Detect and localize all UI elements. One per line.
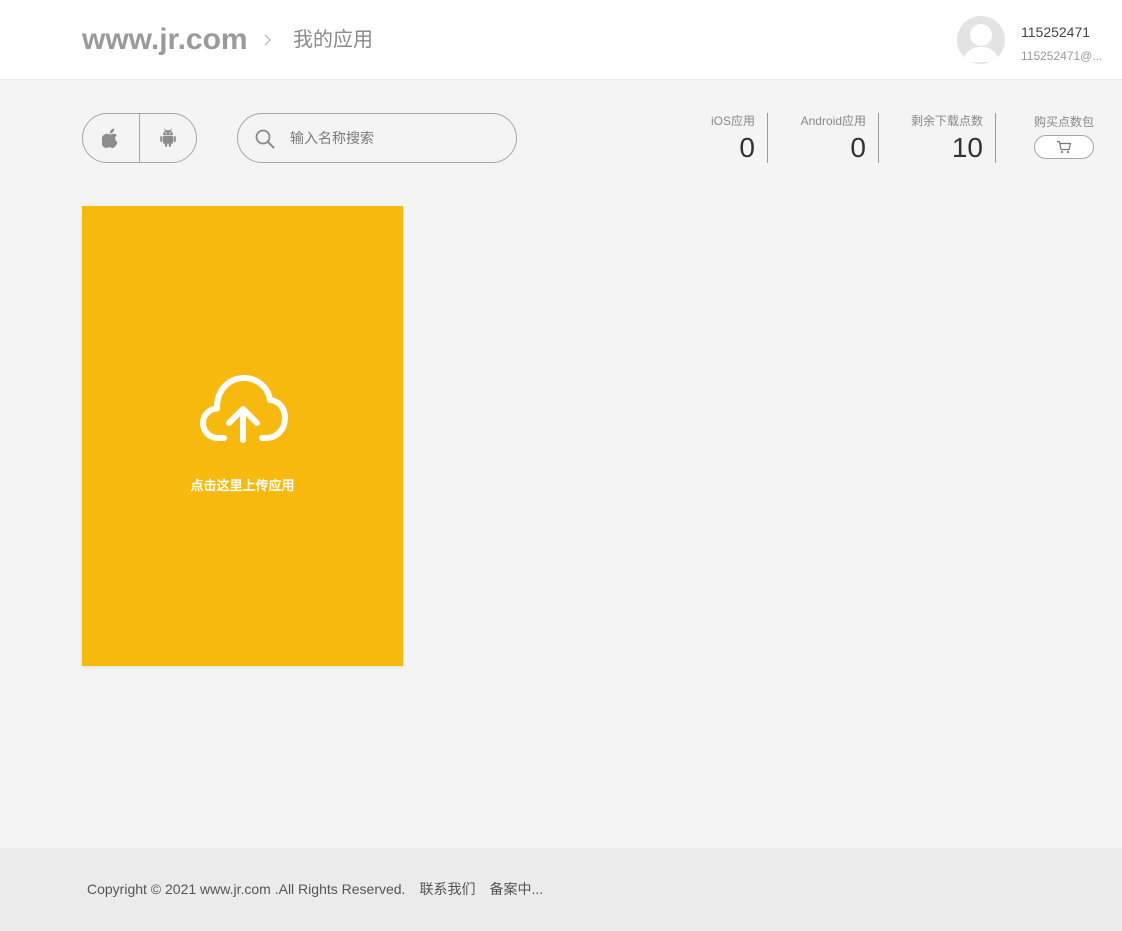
footer-row: Copyright © 2021 www.jr.com .All Rights … — [87, 880, 543, 898]
upload-app-label: 点击这里上传应用 — [190, 478, 295, 493]
stat-remaining-downloads: 剩余下载点数 10 — [903, 113, 983, 163]
search-icon — [255, 129, 275, 149]
buy-points-button[interactable] — [1034, 135, 1094, 159]
stat-android-value: 0 — [850, 132, 866, 163]
search-input[interactable] — [288, 124, 498, 152]
footer: Copyright © 2021 www.jr.com .All Rights … — [0, 848, 1122, 931]
chevron-right-icon — [264, 34, 272, 46]
copyright-text: Copyright © 2021 www.jr.com .All Rights … — [87, 881, 406, 897]
filter-android-button[interactable] — [139, 114, 196, 162]
apple-icon — [102, 128, 118, 148]
platform-filter — [82, 113, 197, 163]
stat-divider — [995, 113, 996, 163]
site-logo[interactable]: www.jr.com — [82, 20, 248, 60]
user-avatar-icon — [963, 24, 999, 62]
search-box — [237, 113, 517, 163]
android-icon — [160, 128, 176, 147]
filter-ios-button[interactable] — [83, 114, 139, 162]
avatar[interactable] — [957, 16, 1005, 64]
buy-points-label: 购买点数包 — [1034, 115, 1095, 129]
stat-divider — [767, 113, 768, 163]
icp-record-link[interactable]: 备案中... — [489, 881, 543, 897]
stat-android-label: Android应用 — [800, 114, 866, 128]
cloud-upload-icon — [200, 375, 288, 443]
cart-icon — [1057, 140, 1072, 154]
upload-app-card[interactable]: 点击这里上传应用 — [82, 206, 403, 666]
contact-us-link[interactable]: 联系我们 — [419, 881, 475, 897]
stat-ios-label: iOS应用 — [710, 114, 755, 128]
user-email: 115252471@... — [1021, 49, 1103, 63]
user-name: 115252471 — [1021, 24, 1091, 40]
top-header: www.jr.com 我的应用 115252471 115252471@... — [0, 0, 1122, 80]
stat-ios-value: 0 — [739, 132, 755, 163]
stat-downloads-value: 10 — [951, 132, 983, 163]
stat-ios-apps: iOS应用 0 — [705, 113, 755, 163]
stat-android-apps: Android应用 0 — [790, 113, 866, 163]
stat-downloads-label: 剩余下载点数 — [910, 114, 983, 128]
page-title: 我的应用 — [293, 29, 373, 51]
stat-divider — [878, 113, 879, 163]
